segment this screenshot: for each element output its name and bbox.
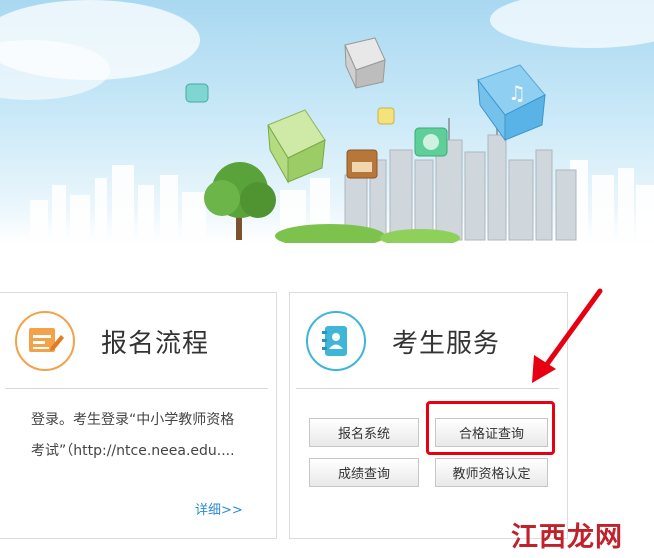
divider <box>5 388 268 389</box>
watermark: 江西龙网 <box>511 510 654 558</box>
header-banner: ♫ <box>0 0 654 243</box>
registration-system-button[interactable]: 报名系统 <box>309 418 419 447</box>
card-description: 登录。考生登录“中小学教师资格 考试”（http://ntce.neea.edu… <box>31 405 256 467</box>
red-arrow-icon <box>532 288 603 383</box>
form-icon <box>15 311 75 371</box>
city-illustration: ♫ <box>0 0 654 243</box>
divider <box>296 388 559 389</box>
score-query-button[interactable]: 成绩查询 <box>309 458 419 487</box>
card-title: 报名流程 <box>101 329 210 359</box>
contact-book-icon <box>306 311 366 371</box>
description-line: 登录。考生登录“中小学教师资格 <box>31 412 235 428</box>
signup-process-card: 报名流程 登录。考生登录“中小学教师资格 考试”（http://ntce.nee… <box>0 292 277 539</box>
card-title: 考生服务 <box>392 329 501 359</box>
teacher-qualification-button[interactable]: 教师资格认定 <box>435 458 548 487</box>
svg-text:♫: ♫ <box>508 81 526 105</box>
more-link[interactable]: 详细>> <box>195 499 243 518</box>
highlight-box <box>426 401 555 455</box>
watermark-text: 江西龙网 <box>511 521 623 553</box>
description-line: 考试”（http://ntce.neea.edu.... <box>31 443 235 459</box>
